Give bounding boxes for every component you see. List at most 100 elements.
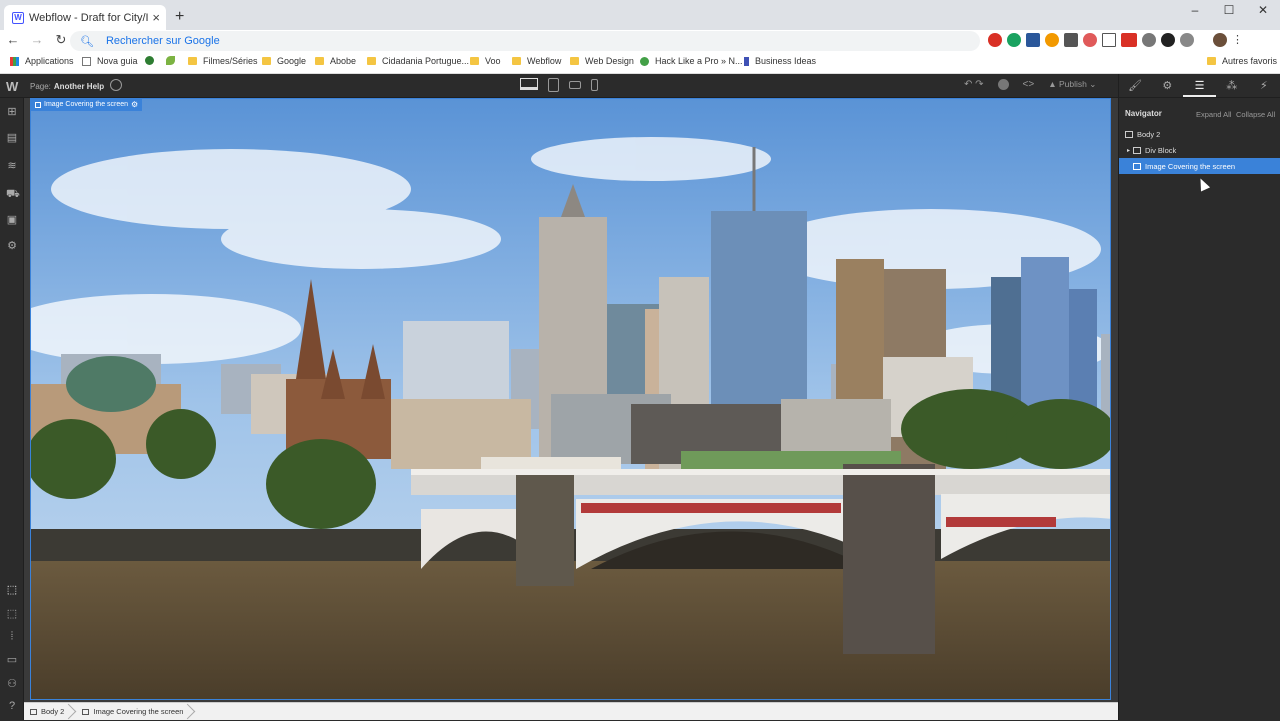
extension-orange-icon[interactable] bbox=[1045, 33, 1059, 47]
bookmark-plant-icon[interactable] bbox=[166, 56, 181, 65]
profile-avatar[interactable] bbox=[1213, 33, 1227, 47]
folder-icon bbox=[188, 57, 197, 65]
reload-icon[interactable]: ↻ bbox=[54, 32, 68, 48]
navigator-node-div-block[interactable]: ▸ Div Block bbox=[1119, 142, 1280, 158]
forward-icon[interactable]: → bbox=[30, 32, 44, 48]
bookmark-other-favorites[interactable]: Autres favoris bbox=[1207, 56, 1277, 66]
extension-green-icon[interactable] bbox=[1007, 33, 1021, 47]
webflow-logo-icon[interactable]: W bbox=[6, 79, 18, 94]
bookmark-webflow[interactable]: Webflow bbox=[512, 56, 561, 66]
webflow-favicon-icon: W bbox=[12, 11, 24, 24]
extension-tools-icon[interactable] bbox=[1142, 33, 1156, 47]
select-tool-icon[interactable]: ⬚ bbox=[6, 584, 18, 596]
tab-close-icon[interactable]: × bbox=[152, 10, 160, 25]
extension-crop-icon[interactable] bbox=[1102, 33, 1116, 47]
address-bar[interactable]: 🔍︎ Rechercher sur Google bbox=[70, 31, 980, 51]
breakpoint-switcher bbox=[520, 78, 598, 92]
publish-button[interactable]: ▲ Publish ⌄ bbox=[1048, 79, 1096, 90]
bookmark-label: Cidadania Portugue... bbox=[382, 56, 470, 66]
new-tab-button[interactable]: + bbox=[175, 8, 184, 26]
element-settings-gear-icon[interactable]: ⚙︎ bbox=[131, 99, 138, 111]
users-icon[interactable]: ⚇ bbox=[6, 678, 18, 690]
bookmark-nova-guia[interactable]: Nova guia bbox=[82, 56, 138, 66]
page-name: Another Help bbox=[53, 82, 105, 91]
undo-redo-icon[interactable]: ↶ ↷ bbox=[964, 79, 984, 90]
settings-gear-icon[interactable]: ⚙︎ bbox=[1151, 74, 1183, 97]
tablet-breakpoint-icon[interactable] bbox=[548, 78, 559, 92]
help-icon[interactable]: ? bbox=[6, 700, 18, 712]
address-placeholder: Rechercher sur Google bbox=[105, 35, 220, 47]
image-element-icon bbox=[1133, 162, 1141, 170]
menu-dots-icon[interactable]: ⋮ bbox=[1232, 33, 1246, 47]
bookmark-label: Google bbox=[277, 56, 307, 66]
designer-actions: ↶ ↷ <> ▲ Publish ⌄ bbox=[964, 79, 1096, 90]
navigator-title: Navigator bbox=[1125, 109, 1162, 118]
melbourne-skyline-image bbox=[31, 99, 1110, 699]
bookmark-google[interactable]: Google bbox=[262, 56, 306, 66]
page-icon bbox=[82, 56, 91, 66]
expand-caret-icon[interactable]: ▸ bbox=[1127, 147, 1130, 154]
selected-element-badge[interactable]: Image Covering the screen ⚙︎ bbox=[31, 99, 143, 111]
mobile-landscape-icon[interactable] bbox=[569, 81, 581, 89]
city-photo[interactable] bbox=[30, 98, 1111, 700]
code-icon[interactable]: <> bbox=[1023, 79, 1035, 90]
ecommerce-cart-icon[interactable]: ⛟ bbox=[6, 188, 20, 200]
preview-eye-icon[interactable] bbox=[110, 79, 122, 91]
folder-icon bbox=[470, 57, 479, 65]
style-brush-icon[interactable]: 🖌︎ bbox=[1119, 74, 1151, 97]
panel-tabs: 🖌︎ ⚙︎ ☰ ⁂ ⚡︎ bbox=[1119, 74, 1280, 98]
back-icon[interactable]: ← bbox=[6, 32, 20, 48]
collapse-all-button[interactable]: Collapse All bbox=[1236, 110, 1275, 119]
extension-word-icon[interactable] bbox=[1026, 33, 1040, 47]
bookmark-voo[interactable]: Voo bbox=[470, 56, 501, 66]
breadcrumb-image[interactable]: Image Covering the screen bbox=[72, 703, 191, 721]
interactions-bolt-icon[interactable]: ⚡︎ bbox=[1248, 74, 1280, 97]
right-panel: 🖌︎ ⚙︎ ☰ ⁂ ⚡︎ Navigator Expand All Collap… bbox=[1118, 74, 1280, 720]
close-window-button[interactable]: ✕ bbox=[1246, 0, 1280, 22]
bookmark-cidadania[interactable]: Cidadania Portugue... bbox=[367, 56, 469, 66]
add-element-icon[interactable]: ⊞ bbox=[6, 106, 18, 118]
extension-pin-icon[interactable] bbox=[1180, 33, 1194, 47]
folder-icon bbox=[315, 57, 324, 65]
breadcrumb-body[interactable]: Body 2 bbox=[24, 703, 72, 721]
extension-gray-icon[interactable] bbox=[1064, 33, 1078, 47]
extension-shield-icon[interactable] bbox=[1083, 33, 1097, 47]
audit-icon[interactable] bbox=[997, 79, 1009, 90]
assets-icon[interactable]: ▣ bbox=[6, 214, 18, 226]
navigator-node-body[interactable]: Body 2 bbox=[1119, 126, 1280, 142]
bookmark-green-icon[interactable] bbox=[145, 56, 160, 65]
mobile-portrait-icon[interactable] bbox=[591, 79, 598, 91]
div-element-icon bbox=[1133, 146, 1142, 154]
bookmark-business-ideas[interactable]: Business Ideas bbox=[744, 56, 816, 66]
xray-icon[interactable]: ⬚ bbox=[6, 608, 18, 620]
window-controls: – ☐ ✕ bbox=[1178, 0, 1280, 22]
pages-icon[interactable]: ▤ bbox=[6, 132, 18, 144]
bookmarks-bar: Applications Nova guia Filmes/Séries Goo… bbox=[0, 52, 1280, 74]
page-selector[interactable]: Page: Another Help bbox=[30, 82, 104, 91]
folder-icon bbox=[367, 57, 376, 65]
bookmark-web-design[interactable]: Web Design bbox=[570, 56, 634, 66]
extension-badge-icon[interactable] bbox=[1121, 33, 1137, 47]
navigator-icon[interactable]: ☰ bbox=[1183, 74, 1216, 97]
minimize-button[interactable]: – bbox=[1178, 0, 1212, 22]
search-icon: 🔍︎ bbox=[80, 35, 94, 48]
settings-icon[interactable]: ⚙︎ bbox=[6, 240, 18, 252]
bookmark-abobe[interactable]: Abobe bbox=[315, 56, 356, 66]
extension-dark-icon[interactable] bbox=[1161, 33, 1175, 47]
guides-icon[interactable]: ⦙ bbox=[6, 630, 18, 642]
bookmark-hack-like-a-pro[interactable]: Hack Like a Pro » N... bbox=[640, 56, 743, 66]
expand-all-button[interactable]: Expand All bbox=[1196, 110, 1231, 119]
bookmark-label: Nova guia bbox=[97, 56, 138, 66]
cms-icon[interactable]: ≋ bbox=[6, 160, 18, 172]
extension-red-icon[interactable] bbox=[988, 33, 1002, 47]
preview-icon[interactable]: ▭ bbox=[6, 654, 18, 666]
style-manager-icon[interactable]: ⁂ bbox=[1216, 74, 1248, 97]
navigator-node-image[interactable]: Image Covering the screen bbox=[1119, 158, 1280, 174]
bookmark-filmes-series[interactable]: Filmes/Séries bbox=[188, 56, 258, 66]
desktop-breakpoint-icon[interactable] bbox=[520, 78, 538, 90]
designer-canvas[interactable] bbox=[24, 98, 1118, 702]
browser-tab[interactable]: W Webflow - Draft for City/Image × bbox=[4, 5, 166, 30]
bookmark-applications[interactable]: Applications bbox=[10, 56, 74, 66]
node-label: Body 2 bbox=[1137, 129, 1161, 139]
maximize-button[interactable]: ☐ bbox=[1212, 0, 1246, 22]
